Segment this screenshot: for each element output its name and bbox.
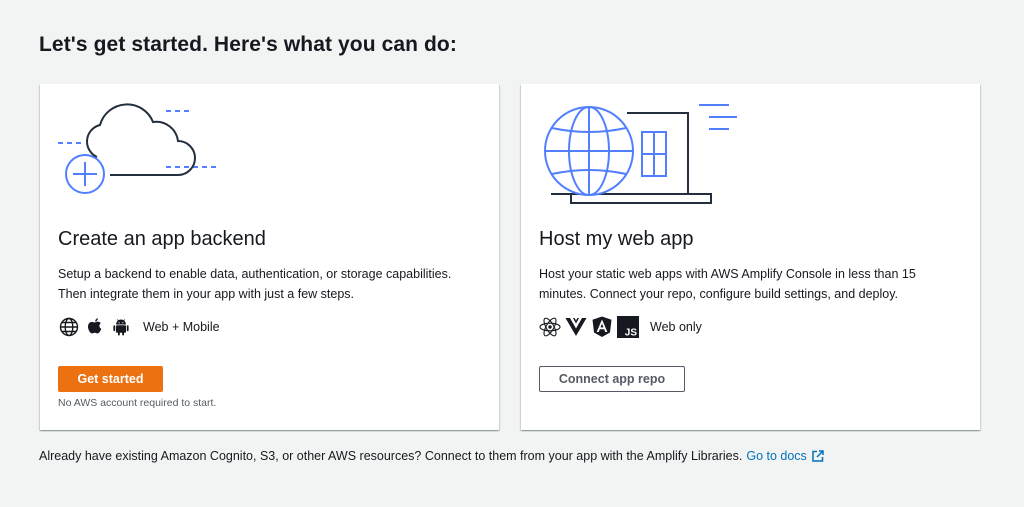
card-description: Setup a backend to enable data, authenti… — [58, 267, 452, 301]
link-label: Go to docs — [746, 449, 807, 463]
create-backend-card: Create an app backend Setup a backend to… — [40, 84, 499, 430]
cloud-add-illustration — [58, 103, 218, 194]
angular-icon — [591, 316, 613, 338]
go-to-docs-link[interactable]: Go to docs — [746, 449, 824, 463]
footer-text: Already have existing Amazon Cognito, S3… — [39, 449, 743, 463]
laptop-globe-illustration — [544, 104, 737, 204]
existing-resources-note: Already have existing Amazon Cognito, S3… — [39, 449, 824, 463]
card-title: Host my web app — [539, 228, 694, 250]
vue-icon — [565, 316, 587, 338]
platform-label: Web only — [650, 320, 702, 334]
react-icon — [539, 316, 561, 338]
platform-list: Web + Mobile — [58, 316, 220, 338]
platform-list: JS Web only — [539, 316, 702, 338]
javascript-icon: JS — [617, 316, 639, 338]
page-title: Let's get started. Here's what you can d… — [39, 33, 457, 56]
platform-label: Web + Mobile — [143, 320, 220, 334]
connect-app-repo-button[interactable]: Connect app repo — [539, 366, 685, 392]
apple-icon — [84, 316, 106, 338]
host-web-app-card: Host my web app Host your static web app… — [521, 84, 980, 430]
android-icon — [110, 316, 132, 338]
get-started-button[interactable]: Get started — [58, 366, 163, 392]
card-description: Host your static web apps with AWS Ampli… — [539, 267, 916, 301]
globe-icon — [58, 316, 80, 338]
no-account-hint: No AWS account required to start. — [58, 397, 217, 409]
svg-text:JS: JS — [625, 328, 638, 339]
card-title: Create an app backend — [58, 228, 266, 250]
external-link-icon — [812, 450, 824, 462]
